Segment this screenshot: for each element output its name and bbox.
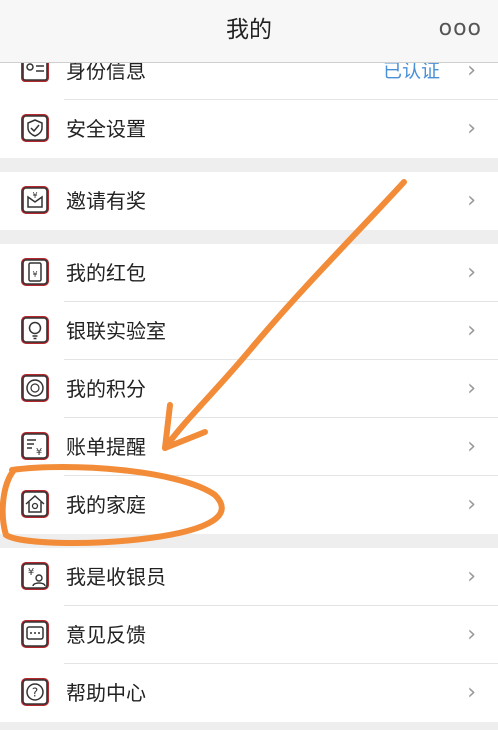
list-item-red-packet[interactable]: ¥ 我的红包 › — [0, 244, 498, 302]
chevron-right-icon: › — [467, 680, 476, 705]
list-item-label: 我是收银员 — [66, 565, 166, 589]
home-icon — [21, 490, 49, 518]
list-item-invite[interactable]: ¥ 邀请有奖 › — [0, 172, 498, 230]
svg-text:¥: ¥ — [32, 270, 37, 279]
list-item-label: 邀请有奖 — [66, 189, 146, 213]
page-title: 我的 — [226, 17, 272, 43]
chevron-right-icon: › — [467, 116, 476, 141]
gift-icon: ¥ — [21, 186, 49, 214]
cashier-icon: ¥ — [21, 562, 49, 590]
chevron-right-icon: › — [467, 564, 476, 589]
bottom-gap — [0, 722, 498, 730]
top-nav-bar: 我的 ooo — [0, 0, 498, 63]
lightbulb-icon — [21, 316, 49, 344]
section-gap — [0, 230, 498, 244]
list-item-bill-reminder[interactable]: ¥ 账单提醒 › — [0, 418, 498, 476]
list-item-label: 帮助中心 — [66, 681, 146, 705]
list-item-label: 我的红包 — [66, 261, 146, 285]
list-item-label: 银联实验室 — [66, 319, 166, 343]
list-item-label: 安全设置 — [66, 117, 146, 141]
bill-icon: ¥ — [21, 432, 49, 460]
chevron-right-icon: › — [467, 188, 476, 213]
chevron-right-icon: › — [467, 622, 476, 647]
list-item-security[interactable]: 安全设置 › — [0, 100, 498, 158]
svg-text:¥: ¥ — [32, 191, 37, 200]
red-packet-icon: ¥ — [21, 258, 49, 286]
list-item-feedback[interactable]: 意见反馈 › — [0, 606, 498, 664]
list-item-label: 我的家庭 — [66, 493, 146, 517]
list-item-label: 意见反馈 — [66, 623, 146, 647]
svg-text:?: ? — [32, 686, 38, 700]
section-gap — [0, 534, 498, 548]
chevron-right-icon: › — [467, 434, 476, 459]
points-icon — [21, 374, 49, 402]
svg-text:¥: ¥ — [36, 447, 42, 458]
list-item-cashier[interactable]: ¥ 我是收银员 › — [0, 548, 498, 606]
chevron-right-icon: › — [467, 492, 476, 517]
help-icon: ? — [21, 678, 49, 706]
list-item-my-family[interactable]: 我的家庭 › — [0, 476, 498, 534]
section-gap — [0, 158, 498, 172]
list-item-points[interactable]: 我的积分 › — [0, 360, 498, 418]
list-item-label: 账单提醒 — [66, 435, 146, 459]
feedback-icon — [21, 620, 49, 648]
chevron-right-icon: › — [467, 318, 476, 343]
chevron-right-icon: › — [467, 376, 476, 401]
list-item-help[interactable]: ? 帮助中心 › — [0, 664, 498, 722]
list-item-lab[interactable]: 银联实验室 › — [0, 302, 498, 360]
list-item-label: 我的积分 — [66, 377, 146, 401]
more-options-icon[interactable]: ooo — [439, 18, 482, 40]
chevron-right-icon: › — [467, 260, 476, 285]
svg-text:¥: ¥ — [28, 567, 34, 578]
shield-icon — [21, 114, 49, 142]
